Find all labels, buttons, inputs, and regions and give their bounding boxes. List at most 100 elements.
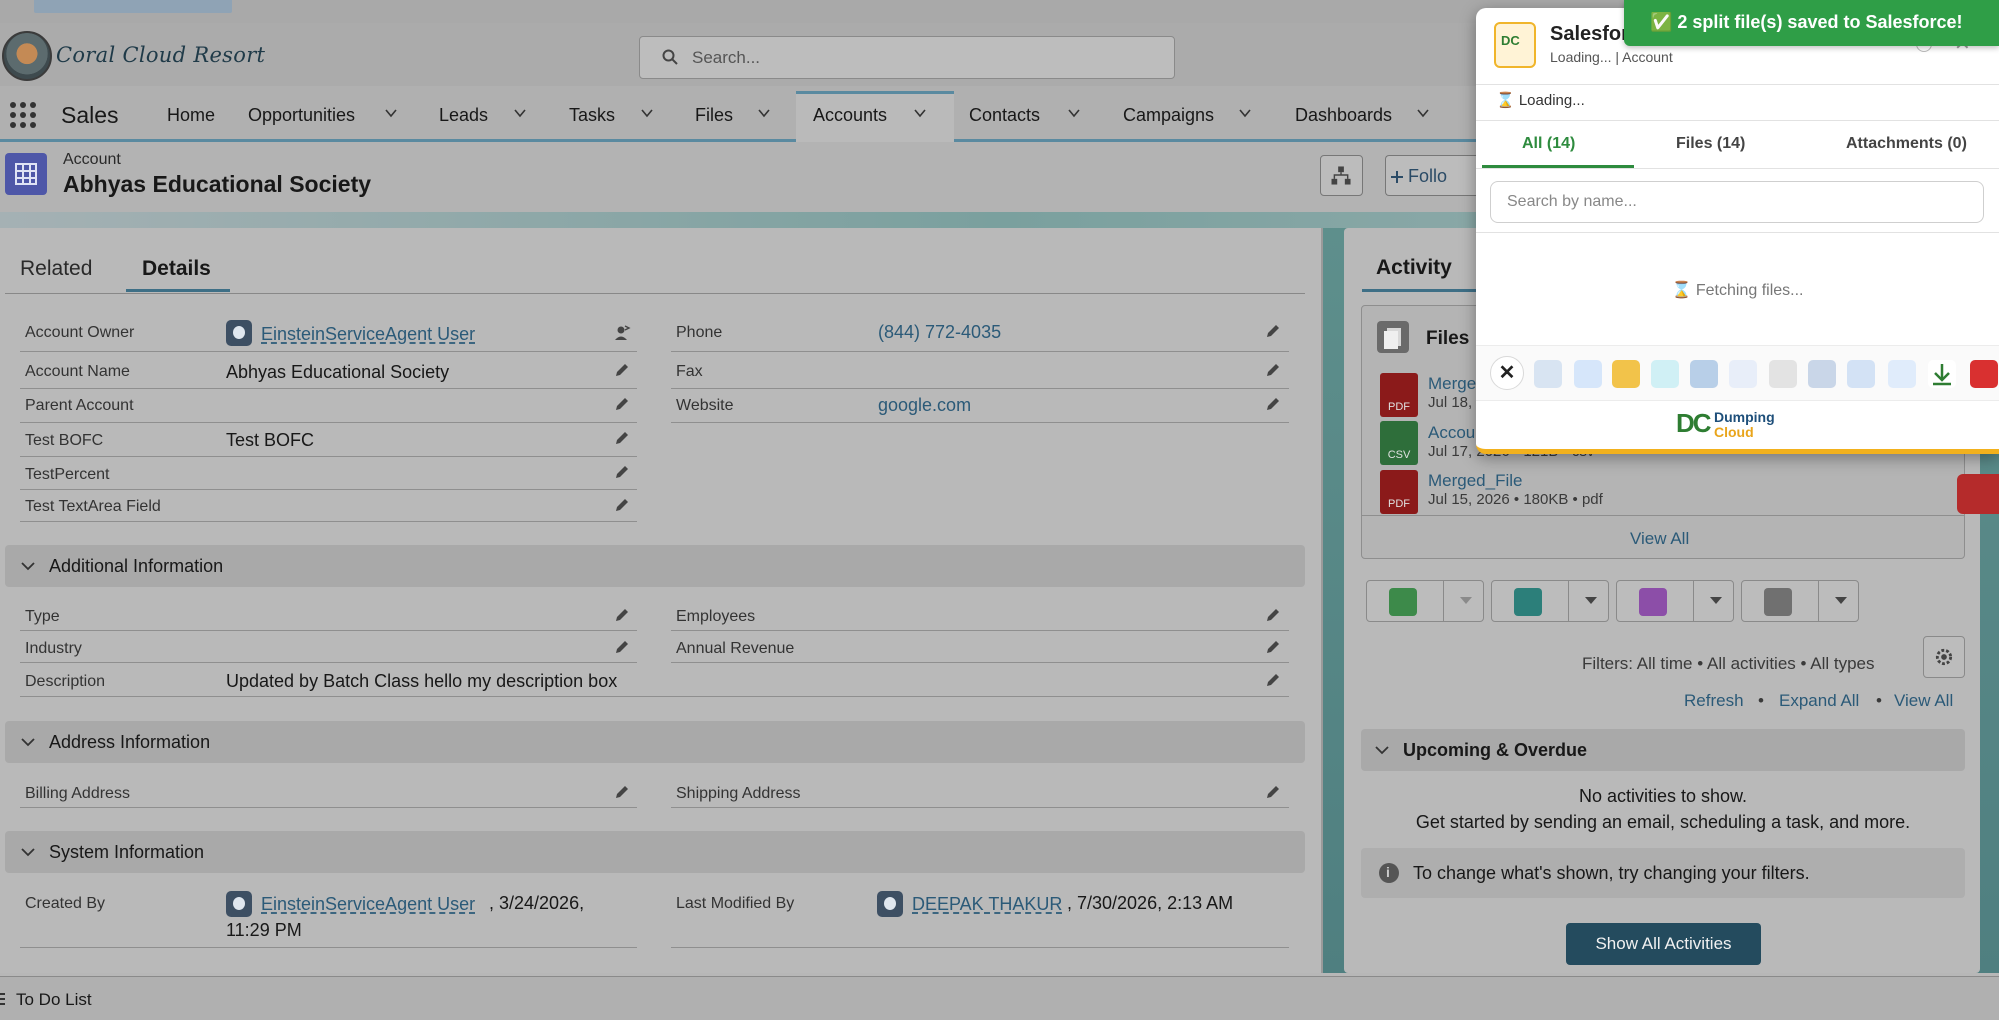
pencil-icon[interactable] bbox=[613, 361, 631, 379]
dropdown-arrow-icon[interactable] bbox=[1835, 597, 1847, 604]
chevron-down-icon[interactable] bbox=[913, 106, 927, 120]
nav-item-home[interactable]: Home bbox=[167, 105, 215, 126]
chevron-down-icon[interactable] bbox=[513, 106, 527, 120]
download-icon[interactable] bbox=[1928, 360, 1956, 388]
tab-details[interactable]: Details bbox=[142, 257, 211, 281]
split-icon[interactable] bbox=[1651, 360, 1679, 388]
brand-name: Coral Cloud Resort bbox=[56, 43, 266, 67]
rename-icon[interactable] bbox=[1847, 360, 1875, 388]
popup-title: Salesfor bbox=[1550, 23, 1629, 45]
upcoming-overdue-section[interactable]: Upcoming & Overdue bbox=[1361, 729, 1965, 771]
popup-tab-files[interactable]: Files (14) bbox=[1676, 135, 1745, 153]
browser-tab[interactable] bbox=[34, 0, 232, 13]
tab-activity[interactable]: Activity bbox=[1376, 256, 1452, 280]
section-address-information[interactable]: Address Information bbox=[5, 721, 1305, 763]
pencil-icon[interactable] bbox=[613, 638, 631, 656]
pencil-icon[interactable] bbox=[1264, 322, 1282, 340]
nav-item-files[interactable]: Files bbox=[695, 105, 733, 126]
merge-icon[interactable] bbox=[1534, 360, 1562, 388]
translate-icon[interactable] bbox=[1690, 360, 1718, 388]
pencil-icon[interactable] bbox=[613, 606, 631, 624]
modified-by-user-link[interactable]: DEEPAK THAKUR bbox=[912, 894, 1062, 915]
ocr-icon[interactable] bbox=[1574, 360, 1602, 388]
section-title: Additional Information bbox=[49, 556, 224, 576]
popup-tab-attachments[interactable]: Attachments (0) bbox=[1846, 135, 1967, 153]
nav-item-contacts[interactable]: Contacts bbox=[969, 105, 1040, 126]
coral-cloud-logo-icon[interactable] bbox=[2, 31, 52, 81]
pencil-icon[interactable] bbox=[1264, 361, 1282, 379]
chevron-down-icon[interactable] bbox=[1238, 106, 1252, 120]
popup-search-input[interactable]: Search by name... bbox=[1490, 181, 1984, 223]
view-all-activities-link[interactable]: View All bbox=[1894, 691, 1953, 711]
pencil-icon[interactable] bbox=[1264, 395, 1282, 413]
nav-item-accounts[interactable]: Accounts bbox=[813, 105, 887, 126]
phone-label: Phone bbox=[676, 324, 723, 341]
clear-selection-button[interactable]: ✕ bbox=[1490, 356, 1524, 390]
pencil-icon[interactable] bbox=[613, 429, 631, 447]
follow-button[interactable]: Follo bbox=[1385, 155, 1485, 196]
pencil-icon[interactable] bbox=[613, 395, 631, 413]
pencil-icon[interactable] bbox=[1264, 606, 1282, 624]
convert-icon[interactable] bbox=[1808, 360, 1836, 388]
nav-item-opportunities[interactable]: Opportunities bbox=[248, 105, 355, 126]
view-hierarchy-button[interactable] bbox=[1320, 155, 1363, 196]
phone-link[interactable]: (844) 772-4035 bbox=[878, 322, 1001, 343]
refresh-link[interactable]: Refresh bbox=[1684, 691, 1744, 711]
file-name-link[interactable]: Accou bbox=[1428, 423, 1475, 443]
popup-tab-all[interactable]: All (14) bbox=[1522, 135, 1575, 153]
email-button[interactable] bbox=[1741, 580, 1859, 622]
show-all-activities-button[interactable]: Show All Activities bbox=[1566, 923, 1761, 965]
app-name: Sales bbox=[61, 102, 119, 128]
nav-item-leads[interactable]: Leads bbox=[439, 105, 488, 126]
record-title: Abhyas Educational Society bbox=[63, 171, 372, 197]
pencil-icon[interactable] bbox=[613, 496, 631, 514]
pdf-file-icon: PDF bbox=[1380, 373, 1418, 417]
chevron-down-icon[interactable] bbox=[640, 106, 654, 120]
pencil-icon[interactable] bbox=[613, 783, 631, 801]
plus-icon bbox=[1391, 171, 1403, 183]
compress-icon[interactable] bbox=[1612, 360, 1640, 388]
avatar bbox=[877, 891, 903, 917]
file-name-link[interactable]: Merge bbox=[1428, 374, 1476, 394]
new-event-button[interactable] bbox=[1616, 580, 1734, 622]
chevron-down-icon[interactable] bbox=[757, 106, 771, 120]
expand-all-link[interactable]: Expand All bbox=[1779, 691, 1859, 711]
pencil-icon[interactable] bbox=[1264, 638, 1282, 656]
log-call-button[interactable] bbox=[1491, 580, 1609, 622]
nav-item-campaigns[interactable]: Campaigns bbox=[1123, 105, 1214, 126]
section-title: Upcoming & Overdue bbox=[1403, 740, 1588, 760]
to-do-list-button[interactable]: To Do List bbox=[16, 990, 92, 1010]
copy-icon[interactable] bbox=[1888, 360, 1916, 388]
file-name-link[interactable]: Merged_File bbox=[1428, 471, 1523, 491]
pencil-icon[interactable] bbox=[1264, 671, 1282, 689]
activity-settings-button[interactable] bbox=[1923, 636, 1965, 678]
dropdown-arrow-icon[interactable] bbox=[1710, 597, 1722, 604]
nav-item-tasks[interactable]: Tasks bbox=[569, 105, 615, 126]
website-link[interactable]: google.com bbox=[878, 395, 971, 416]
chevron-down-icon[interactable] bbox=[1416, 106, 1430, 120]
text-icon[interactable] bbox=[1729, 360, 1757, 388]
chevron-down-icon[interactable] bbox=[1067, 106, 1081, 120]
dropdown-arrow-icon[interactable] bbox=[1585, 597, 1597, 604]
inspect-icon[interactable] bbox=[1769, 360, 1797, 388]
dropdown-arrow-icon[interactable] bbox=[1460, 597, 1472, 604]
chevron-down-icon[interactable] bbox=[384, 106, 398, 120]
side-utility-tab[interactable] bbox=[1957, 474, 1999, 514]
change-owner-icon[interactable] bbox=[613, 324, 631, 342]
section-system-information[interactable]: System Information bbox=[5, 831, 1305, 873]
delete-icon[interactable] bbox=[1970, 360, 1998, 388]
global-search-input[interactable]: Search... bbox=[639, 36, 1175, 79]
success-toast: ✅ 2 split file(s) saved to Salesforce! bbox=[1624, 0, 1999, 46]
app-launcher-icon[interactable] bbox=[10, 102, 36, 128]
new-task-button[interactable] bbox=[1366, 580, 1484, 622]
pencil-icon[interactable] bbox=[1264, 783, 1282, 801]
pencil-icon[interactable] bbox=[613, 463, 631, 481]
tab-related[interactable]: Related bbox=[20, 257, 92, 281]
section-additional-information[interactable]: Additional Information bbox=[5, 545, 1305, 587]
info-icon bbox=[1379, 863, 1399, 883]
account-owner-link[interactable]: EinsteinServiceAgent User bbox=[261, 324, 475, 345]
nav-item-dashboards[interactable]: Dashboards bbox=[1295, 105, 1392, 126]
files-view-all-link[interactable]: View All bbox=[1630, 529, 1689, 549]
created-by-user-link[interactable]: EinsteinServiceAgent User bbox=[261, 894, 475, 915]
activity-filters-text: Filters: All time • All activities • All… bbox=[1582, 654, 1875, 673]
